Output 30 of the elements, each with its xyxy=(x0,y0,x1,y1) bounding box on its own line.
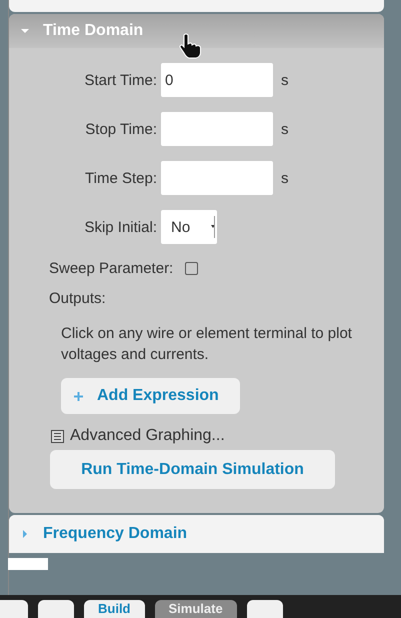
advanced-graphing-link[interactable]: Advanced Graphing... xyxy=(70,427,225,445)
checkbox[interactable] xyxy=(185,262,198,275)
add-expression-button[interactable]: Add Expression xyxy=(61,378,240,414)
caret-down-icon xyxy=(21,27,29,35)
sweep-label: Sweep Parameter: xyxy=(49,260,174,277)
field-label: Start Time: xyxy=(83,72,158,88)
unit-label: s xyxy=(281,120,288,138)
unit-label: s xyxy=(281,170,288,186)
hint-text: Click on any wire or element terminal to plot voltages and currents. xyxy=(61,324,353,365)
input-field[interactable] xyxy=(161,112,273,146)
field-label: Skip Initial: xyxy=(83,218,158,236)
run-simulation-button[interactable]: Run Time-Domain Simulation xyxy=(50,450,335,489)
unit-label: s xyxy=(281,72,288,88)
toolbar-button[interactable]: Build xyxy=(84,600,144,618)
toolbar-button[interactable]: Simulate xyxy=(154,600,237,618)
select-dropdown[interactable]: No xyxy=(161,210,217,244)
section-header[interactable]: Time Domain xyxy=(9,14,384,48)
input-field[interactable] xyxy=(161,161,273,195)
plus-icon xyxy=(74,392,83,400)
field-label: Stop Time: xyxy=(84,120,158,138)
input-field[interactable]: 0 xyxy=(161,63,273,97)
list-icon xyxy=(51,430,64,442)
field-label: Time Step: xyxy=(84,170,158,186)
toolbar-icon-button[interactable] xyxy=(38,600,74,618)
outputs-label: Outputs: xyxy=(49,290,107,307)
dropdown-arrow-icon xyxy=(211,216,215,238)
caret-right-icon xyxy=(21,530,29,538)
section-header[interactable]: Frequency Domain xyxy=(9,515,384,553)
toolbar-icon-button[interactable] xyxy=(246,600,283,618)
canvas-edge xyxy=(8,558,48,570)
